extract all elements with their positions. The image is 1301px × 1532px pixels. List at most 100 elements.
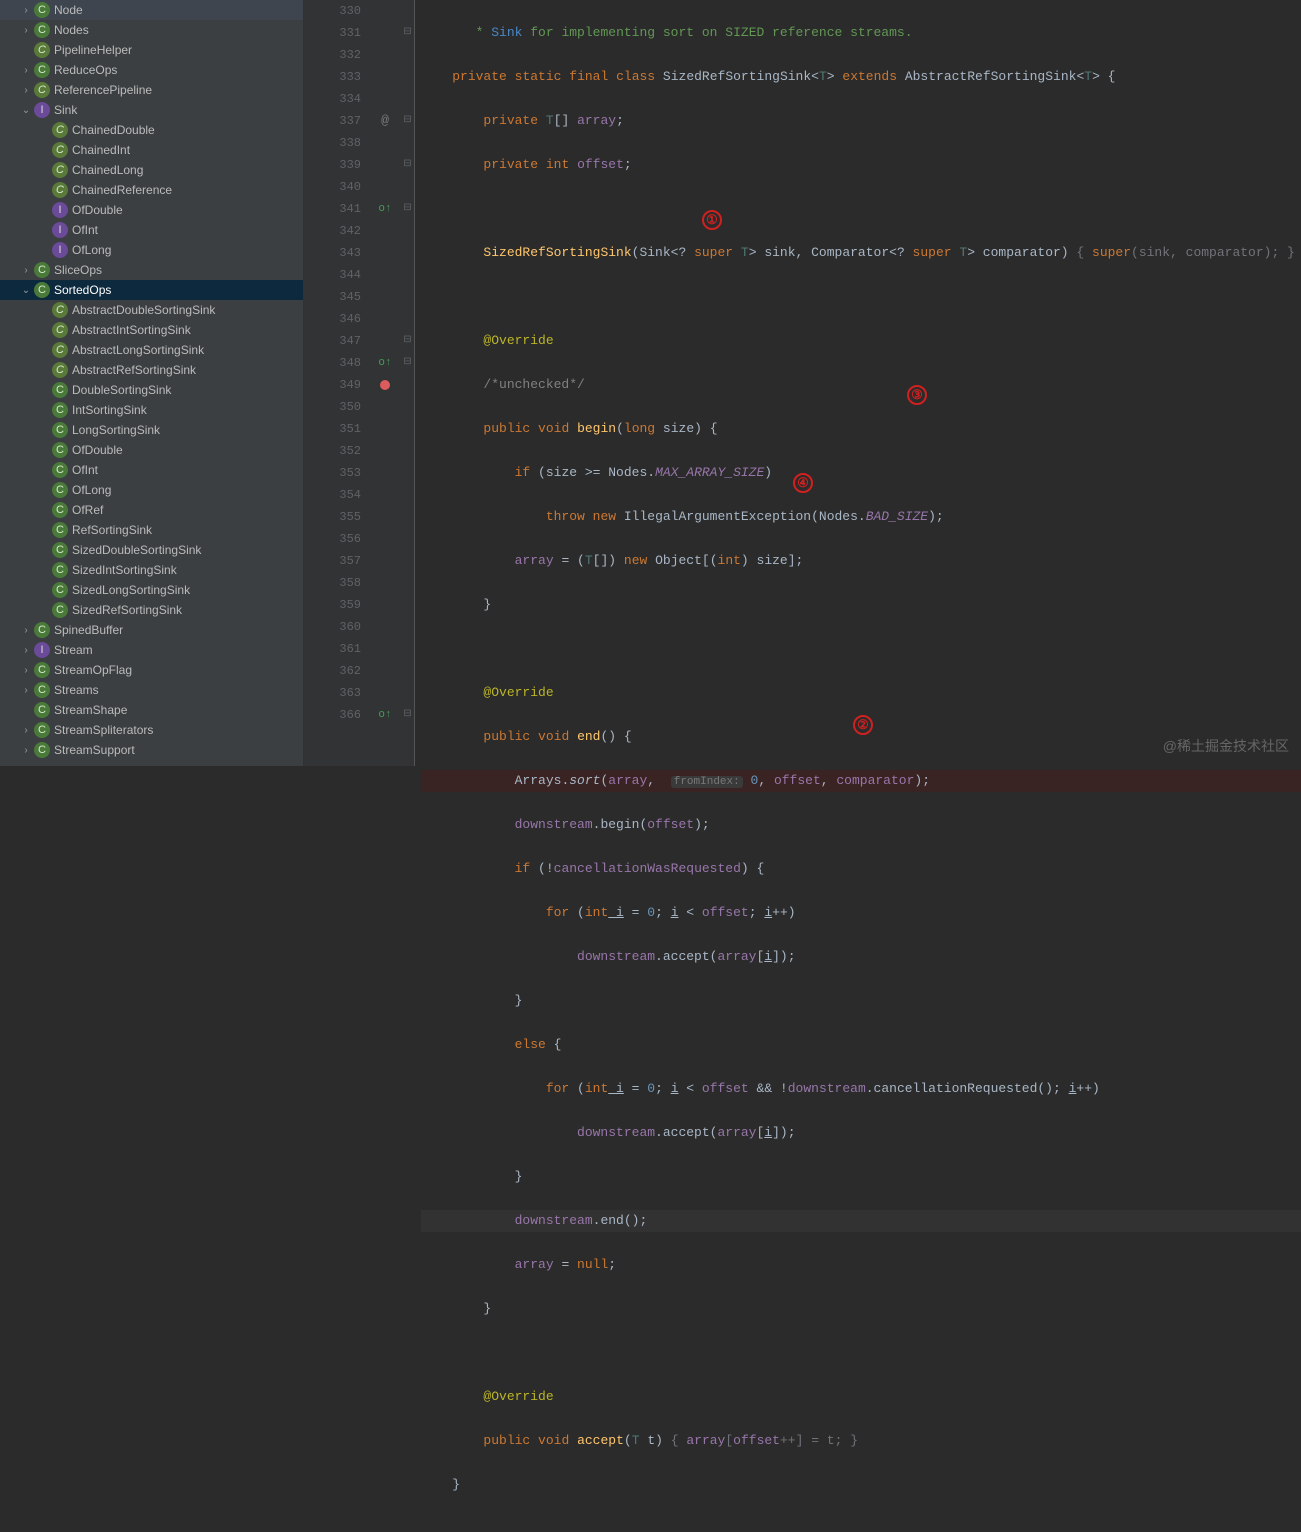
- breakpoint-icon[interactable]: [380, 380, 390, 390]
- marker-row[interactable]: [369, 418, 401, 440]
- tree-item-sliceops[interactable]: ›CSliceOps: [0, 260, 303, 280]
- marker-row[interactable]: [369, 528, 401, 550]
- tree-item-streamspliterators[interactable]: ›CStreamSpliterators: [0, 720, 303, 740]
- tree-arrow-icon[interactable]: ›: [18, 25, 34, 36]
- marker-row[interactable]: [369, 264, 401, 286]
- marker-row[interactable]: [369, 66, 401, 88]
- marker-row[interactable]: [369, 440, 401, 462]
- marker-row[interactable]: [369, 220, 401, 242]
- marker-row[interactable]: [369, 506, 401, 528]
- tree-item-sizeddoublesortingsink[interactable]: CSizedDoubleSortingSink: [0, 540, 303, 560]
- tree-item-chainedint[interactable]: CChainedInt: [0, 140, 303, 160]
- fold-toggle[interactable]: ⊟: [401, 198, 414, 220]
- fold-toggle[interactable]: [401, 550, 414, 572]
- fold-toggle[interactable]: [401, 220, 414, 242]
- tree-item-chainedlong[interactable]: CChainedLong: [0, 160, 303, 180]
- tree-item-longsortingsink[interactable]: CLongSortingSink: [0, 420, 303, 440]
- tree-item-oflong[interactable]: COfLong: [0, 480, 303, 500]
- marker-row[interactable]: [369, 44, 401, 66]
- tree-item-streams[interactable]: ›CStreams: [0, 680, 303, 700]
- tree-item-oflong[interactable]: IOfLong: [0, 240, 303, 260]
- tree-item-ofdouble[interactable]: COfDouble: [0, 440, 303, 460]
- fold-toggle[interactable]: [401, 616, 414, 638]
- tree-item-pipelinehelper[interactable]: CPipelineHelper: [0, 40, 303, 60]
- fold-toggle[interactable]: ⊟: [401, 22, 414, 44]
- fold-toggle[interactable]: [401, 484, 414, 506]
- tree-arrow-icon[interactable]: ›: [18, 85, 34, 96]
- marker-row[interactable]: o↑: [369, 198, 401, 220]
- fold-toggle[interactable]: ⊟: [401, 704, 414, 726]
- tree-item-ofint[interactable]: COfInt: [0, 460, 303, 480]
- tree-item-refsortingsink[interactable]: CRefSortingSink: [0, 520, 303, 540]
- fold-toggle[interactable]: [401, 682, 414, 704]
- fold-toggle[interactable]: ⊟: [401, 330, 414, 352]
- marker-row[interactable]: [369, 0, 401, 22]
- marker-row[interactable]: [369, 550, 401, 572]
- marker-row[interactable]: [369, 154, 401, 176]
- marker-row[interactable]: [369, 638, 401, 660]
- fold-toggle[interactable]: [401, 286, 414, 308]
- fold-toggle[interactable]: [401, 396, 414, 418]
- tree-arrow-icon[interactable]: ›: [18, 265, 34, 276]
- marker-row[interactable]: [369, 572, 401, 594]
- marker-row[interactable]: o↑: [369, 352, 401, 374]
- tree-item-streamshape[interactable]: CStreamShape: [0, 700, 303, 720]
- fold-toggle[interactable]: [401, 44, 414, 66]
- tree-arrow-icon[interactable]: ⌄: [18, 285, 34, 296]
- tree-item-streamsupport[interactable]: ›CStreamSupport: [0, 740, 303, 760]
- tree-item-abstractrefsortingsink[interactable]: CAbstractRefSortingSink: [0, 360, 303, 380]
- tree-arrow-icon[interactable]: ⌄: [18, 105, 34, 116]
- tree-item-ofdouble[interactable]: IOfDouble: [0, 200, 303, 220]
- tree-arrow-icon[interactable]: ›: [18, 685, 34, 696]
- tree-item-spinedbuffer[interactable]: ›CSpinedBuffer: [0, 620, 303, 640]
- marker-row[interactable]: [369, 396, 401, 418]
- marker-row[interactable]: [369, 286, 401, 308]
- marker-row[interactable]: [369, 484, 401, 506]
- fold-toggle[interactable]: [401, 638, 414, 660]
- override-icon[interactable]: o↑: [378, 352, 391, 374]
- fold-toggle[interactable]: [401, 242, 414, 264]
- marker-row[interactable]: @: [369, 110, 401, 132]
- tree-arrow-icon[interactable]: ›: [18, 645, 34, 656]
- marker-row[interactable]: [369, 462, 401, 484]
- fold-toggle[interactable]: [401, 176, 414, 198]
- fold-toggle[interactable]: [401, 440, 414, 462]
- tree-item-referencepipeline[interactable]: ›CReferencePipeline: [0, 80, 303, 100]
- fold-toggle[interactable]: [401, 0, 414, 22]
- marker-row[interactable]: [369, 308, 401, 330]
- tree-arrow-icon[interactable]: ›: [18, 625, 34, 636]
- override-icon[interactable]: o↑: [378, 198, 391, 220]
- marker-row[interactable]: [369, 660, 401, 682]
- fold-toggle[interactable]: [401, 418, 414, 440]
- fold-toggle[interactable]: [401, 88, 414, 110]
- override-icon[interactable]: o↑: [378, 704, 391, 726]
- tree-item-intsortingsink[interactable]: CIntSortingSink: [0, 400, 303, 420]
- fold-toggle[interactable]: [401, 374, 414, 396]
- fold-toggle[interactable]: ⊟: [401, 110, 414, 132]
- tree-arrow-icon[interactable]: ›: [18, 745, 34, 756]
- marker-row[interactable]: [369, 330, 401, 352]
- marker-row[interactable]: [369, 594, 401, 616]
- tree-item-sizedlongsortingsink[interactable]: CSizedLongSortingSink: [0, 580, 303, 600]
- tree-item-stream[interactable]: ›IStream: [0, 640, 303, 660]
- fold-toggle[interactable]: [401, 660, 414, 682]
- fold-toggle[interactable]: ⊟: [401, 352, 414, 374]
- tree-arrow-icon[interactable]: ›: [18, 5, 34, 16]
- marker-row[interactable]: [369, 682, 401, 704]
- fold-toggle[interactable]: [401, 572, 414, 594]
- tree-arrow-icon[interactable]: ›: [18, 65, 34, 76]
- tree-item-nodes[interactable]: ›CNodes: [0, 20, 303, 40]
- fold-gutter[interactable]: ⊟⊟⊟⊟⊟⊟⊟: [401, 0, 415, 766]
- tree-item-sizedrefsortingsink[interactable]: CSizedRefSortingSink: [0, 600, 303, 620]
- tree-item-node[interactable]: ›CNode: [0, 0, 303, 20]
- fold-toggle[interactable]: [401, 506, 414, 528]
- marker-row[interactable]: [369, 616, 401, 638]
- tree-item-abstractlongsortingsink[interactable]: CAbstractLongSortingSink: [0, 340, 303, 360]
- fold-toggle[interactable]: [401, 726, 414, 748]
- marker-row[interactable]: [369, 242, 401, 264]
- tree-item-ofint[interactable]: IOfInt: [0, 220, 303, 240]
- tree-item-doublesortingsink[interactable]: CDoubleSortingSink: [0, 380, 303, 400]
- fold-toggle[interactable]: [401, 264, 414, 286]
- tree-item-abstractintsortingsink[interactable]: CAbstractIntSortingSink: [0, 320, 303, 340]
- marker-row[interactable]: [369, 132, 401, 154]
